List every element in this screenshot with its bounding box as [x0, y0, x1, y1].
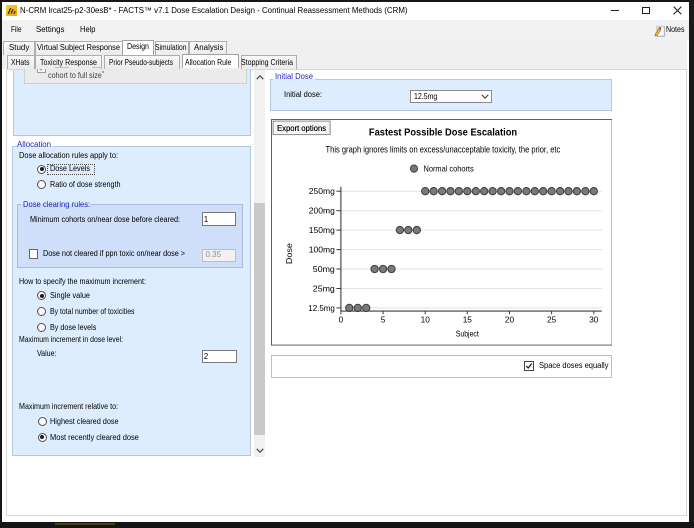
svg-text:12.5mg: 12.5mg — [308, 303, 335, 313]
svg-text:30: 30 — [589, 314, 599, 324]
svg-text:This graph ignores limits on e: This graph ignores limits on excess/unac… — [325, 144, 560, 154]
svg-text:25: 25 — [547, 314, 557, 324]
svg-text:Normal cohorts: Normal cohorts — [423, 164, 473, 174]
svg-text:0: 0 — [338, 314, 343, 324]
svg-text:20: 20 — [505, 314, 515, 324]
svg-text:200mg: 200mg — [308, 206, 334, 216]
svg-text:150mg: 150mg — [308, 225, 334, 235]
svg-text:100mg: 100mg — [308, 245, 334, 255]
svg-text:25mg: 25mg — [312, 284, 334, 294]
svg-text:15: 15 — [462, 314, 472, 324]
svg-text:Dose: Dose — [284, 243, 294, 264]
svg-text:50mg: 50mg — [312, 264, 334, 274]
svg-text:250mg: 250mg — [308, 186, 334, 196]
svg-text:5: 5 — [380, 314, 385, 324]
svg-text:Subject: Subject — [455, 329, 479, 339]
svg-text:10: 10 — [420, 314, 430, 324]
svg-text:Fastest Possible Dose Escalati: Fastest Possible Dose Escalation — [369, 127, 517, 138]
